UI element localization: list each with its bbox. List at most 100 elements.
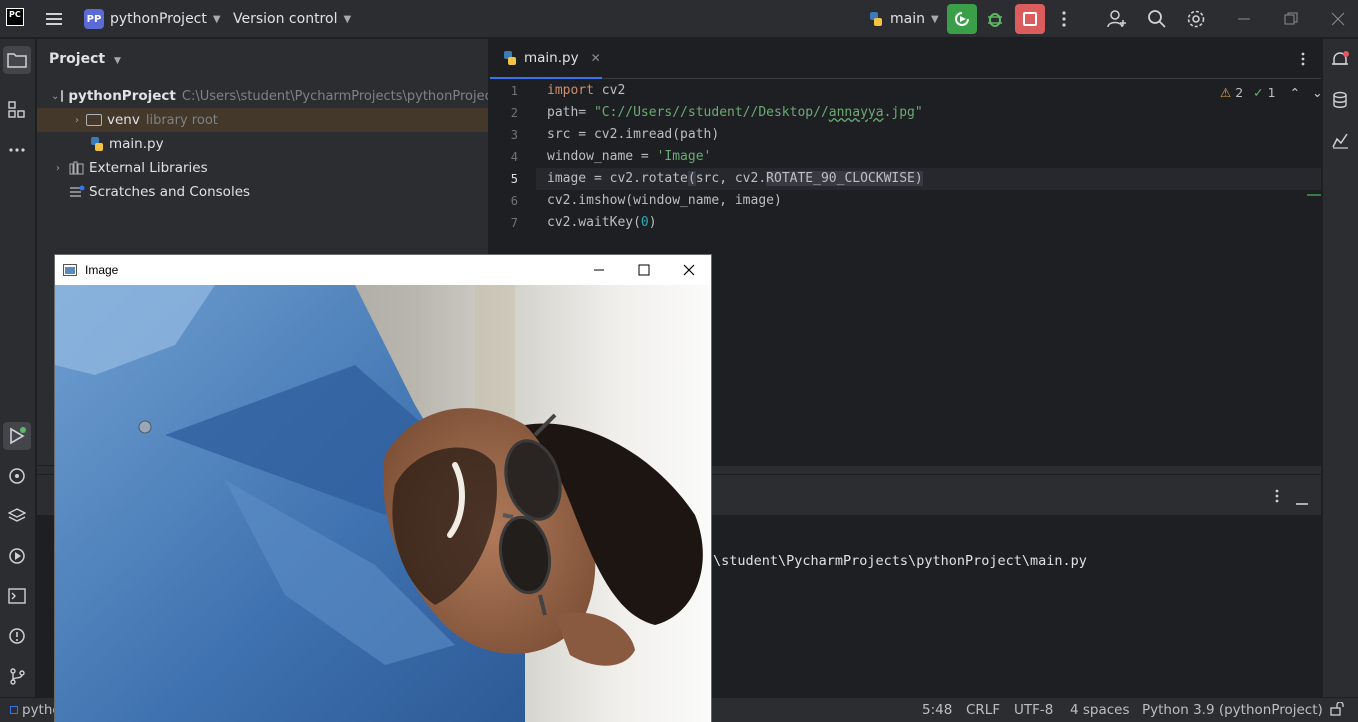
database-button[interactable] <box>1326 86 1354 114</box>
run-tool-button[interactable] <box>3 422 31 450</box>
terminal-button[interactable] <box>3 582 31 610</box>
run-config-label: main <box>890 11 925 27</box>
image-close-button[interactable] <box>679 260 699 280</box>
tab-main-py[interactable]: main.py ✕ <box>490 39 602 79</box>
chevron-up-icon[interactable]: ⌃ <box>1290 85 1300 100</box>
close-icon <box>683 264 695 276</box>
tree-item-scratches[interactable]: Scratches and Consoles <box>37 180 488 204</box>
code-line-3[interactable]: src = cv2.imread(path) <box>547 124 719 146</box>
bell-icon <box>1332 51 1349 65</box>
structure-tool-button[interactable] <box>3 96 31 124</box>
search-icon <box>1148 10 1166 28</box>
image-minimize-button[interactable] <box>589 260 609 280</box>
version-control-menu[interactable]: Version control ▼ <box>233 0 351 38</box>
python-packages-button[interactable] <box>3 502 31 530</box>
code-line-5[interactable]: image = cv2.rotate(src, cv2.ROTATE_90_CL… <box>547 168 923 190</box>
chart-icon <box>1332 133 1348 149</box>
more-horizontal-icon <box>9 148 25 152</box>
stop-button[interactable] <box>1015 0 1045 38</box>
code-line-4[interactable]: window_name = 'Image' <box>547 146 711 168</box>
opencv-image-window[interactable]: Image <box>54 254 712 722</box>
add-user-icon <box>1107 10 1126 28</box>
layers-icon <box>8 508 26 522</box>
line-number: 2 <box>510 106 518 120</box>
project-badge: PP <box>84 9 104 29</box>
image-maximize-button[interactable] <box>634 260 654 280</box>
project-panel-title: Project <box>49 51 106 67</box>
tree-hint: C:\Users\student\PycharmProjects\pythonP… <box>181 88 489 104</box>
debug-button[interactable] <box>985 0 1005 38</box>
more-actions-button[interactable] <box>1058 0 1070 38</box>
tree-label: venv <box>107 112 140 128</box>
rerun-button[interactable] <box>947 0 977 38</box>
hide-panel-button[interactable] <box>1295 495 1309 510</box>
check-icon: ✓ <box>1253 85 1264 100</box>
check-count: 1 <box>1267 85 1276 100</box>
run-config-selector[interactable]: main ▼ <box>868 0 939 38</box>
change-marker <box>1307 194 1321 196</box>
gear-icon <box>1187 10 1205 28</box>
folder-icon <box>86 114 102 126</box>
python-console-icon <box>9 468 25 484</box>
code-line-6[interactable]: cv2.imshow(window_name, image) <box>547 190 782 212</box>
chevron-down-icon: ▼ <box>343 13 352 25</box>
code-line-1[interactable]: import cv2 <box>547 80 625 102</box>
tree-item-external-libraries[interactable]: › External Libraries <box>37 156 488 180</box>
python-icon <box>870 12 882 26</box>
tree-item-main-py[interactable]: main.py <box>37 132 488 156</box>
close-tab-icon[interactable]: ✕ <box>591 51 601 65</box>
run-options-button[interactable] <box>1273 488 1281 508</box>
tree-item-venv[interactable]: › venv library root <box>37 108 488 132</box>
restore-window-button[interactable] <box>1284 0 1298 38</box>
main-menu-button[interactable] <box>44 0 64 38</box>
project-switcher[interactable]: PP pythonProject ▼ <box>84 0 221 38</box>
more-vertical-icon <box>1301 52 1305 66</box>
line-number: 4 <box>510 150 518 164</box>
structure-icon <box>8 101 25 118</box>
more-tools-button[interactable] <box>3 136 31 164</box>
chevron-down-icon[interactable]: ⌄ <box>1312 85 1322 100</box>
code-line-2[interactable]: path= "C://Users//student//Desktop//anna… <box>547 102 923 124</box>
tab-actions-button[interactable] <box>1299 51 1307 71</box>
notifications-button[interactable] <box>1326 46 1354 74</box>
tree-label: External Libraries <box>89 160 208 176</box>
python-console-button[interactable] <box>3 462 31 490</box>
chevron-down-icon: ▼ <box>212 13 221 25</box>
line-number: 3 <box>510 128 518 142</box>
title-bar: PC PP pythonProject ▼ Version control ▼ … <box>0 0 1358 38</box>
tree-label: main.py <box>109 136 164 152</box>
line-number: 6 <box>510 194 518 208</box>
more-vertical-icon <box>1275 489 1279 503</box>
lock-button[interactable] <box>1330 701 1344 720</box>
project-tool-button[interactable] <box>3 46 31 74</box>
minimize-window-button[interactable] <box>1237 0 1251 38</box>
tab-label: main.py <box>524 50 579 66</box>
services-button[interactable] <box>3 542 31 570</box>
python-interpreter[interactable]: Python 3.9 (pythonProject) <box>1142 702 1323 718</box>
project-panel-header[interactable]: Project ▼ <box>49 51 121 67</box>
caret-position[interactable]: 5:48 <box>922 702 952 718</box>
inspection-widget[interactable]: ⚠ 2 ✓ 1 ⌃ ⌄ <box>1220 85 1323 100</box>
file-encoding[interactable]: UTF-8 <box>1014 702 1053 718</box>
indent-setting[interactable]: 4 spaces <box>1070 702 1130 718</box>
services-icon <box>9 548 25 564</box>
close-window-button[interactable] <box>1331 0 1345 38</box>
sciview-button[interactable] <box>1326 126 1354 154</box>
image-window-title: Image <box>85 263 119 277</box>
python-file-icon <box>91 137 103 151</box>
project-name: pythonProject <box>110 11 207 27</box>
git-button[interactable] <box>3 662 31 690</box>
image-window-titlebar[interactable]: Image <box>55 255 711 285</box>
problems-button[interactable] <box>3 622 31 650</box>
warning-count: 2 <box>1235 85 1244 100</box>
search-button[interactable] <box>1147 0 1167 38</box>
add-user-button[interactable] <box>1107 0 1127 38</box>
minimize-icon <box>1238 18 1250 20</box>
chevron-down-icon: ▼ <box>113 56 121 66</box>
code-line-7[interactable]: cv2.waitKey(0) <box>547 212 657 234</box>
run-output-line: \student\PycharmProjects\pythonProject\m… <box>713 553 1087 569</box>
settings-button[interactable] <box>1186 0 1206 38</box>
tree-item-pythonproject[interactable]: ⌄ pythonProject C:\Users\student\Pycharm… <box>37 84 489 108</box>
line-separator[interactable]: CRLF <box>966 702 1000 718</box>
module-icon <box>10 706 18 714</box>
